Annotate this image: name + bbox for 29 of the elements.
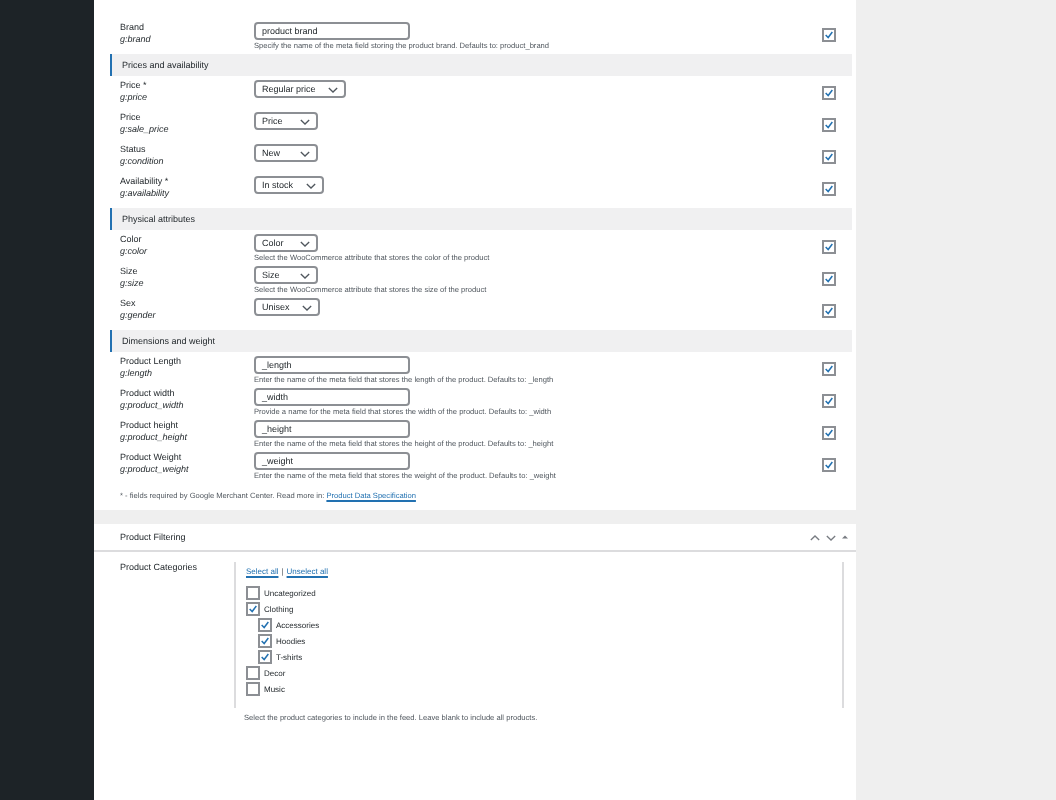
checkbox[interactable] <box>821 150 835 164</box>
checkbox[interactable] <box>258 618 272 632</box>
checkbox[interactable] <box>821 458 835 472</box>
checkbox[interactable] <box>258 650 272 664</box>
checkbox[interactable] <box>821 394 835 408</box>
checkbox[interactable] <box>821 426 835 440</box>
checkbox[interactable] <box>821 272 835 286</box>
checkbox[interactable] <box>246 682 260 696</box>
chevron-down-icon <box>301 303 312 311</box>
triangle-up-icon[interactable] <box>842 534 848 540</box>
checkbox[interactable] <box>821 182 835 196</box>
chevron-down-icon <box>300 239 310 247</box>
chevron-down-icon <box>300 149 310 157</box>
checkbox[interactable] <box>246 602 260 616</box>
checkbox[interactable] <box>246 586 260 600</box>
chevron-up-icon[interactable] <box>810 533 820 541</box>
checkbox[interactable] <box>821 28 835 42</box>
chevron-down-icon <box>305 181 316 189</box>
chevron-down-icon[interactable] <box>826 533 836 541</box>
checkbox[interactable] <box>821 240 835 254</box>
checkbox[interactable] <box>258 634 272 648</box>
checkbox[interactable] <box>821 118 835 132</box>
chevron-down-icon <box>300 271 310 279</box>
chevron-down-icon <box>300 117 310 125</box>
chevron-down-icon <box>327 85 338 93</box>
checkbox[interactable] <box>246 666 260 680</box>
checkbox[interactable] <box>821 86 835 100</box>
checkbox[interactable] <box>821 362 835 376</box>
checkbox[interactable] <box>821 304 835 318</box>
